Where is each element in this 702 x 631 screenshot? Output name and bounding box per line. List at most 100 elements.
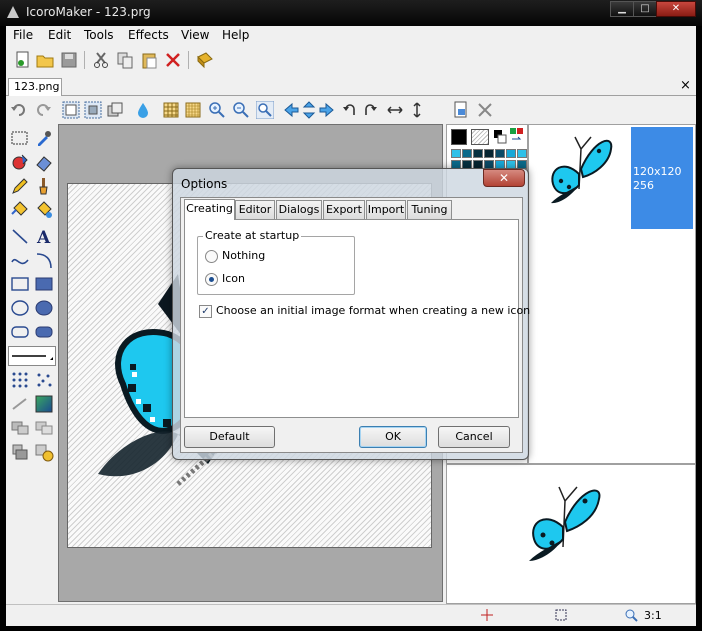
- dialog-close-button[interactable]: ✕: [483, 169, 525, 187]
- initial-format-checkbox[interactable]: ✓: [199, 305, 212, 318]
- zoom-actual-icon[interactable]: [256, 101, 274, 119]
- save-icon[interactable]: [60, 51, 78, 69]
- new-file-icon[interactable]: [14, 51, 32, 69]
- ok-button[interactable]: OK: [359, 426, 427, 448]
- move-right-icon[interactable]: [318, 101, 336, 119]
- undo-icon[interactable]: [10, 101, 28, 119]
- tab-dialogs[interactable]: Dialogs: [276, 200, 322, 219]
- delete-icon[interactable]: [164, 51, 182, 69]
- tab-creating[interactable]: Creating: [184, 199, 235, 220]
- open-folder-icon[interactable]: [36, 51, 54, 69]
- smudge-icon[interactable]: [10, 394, 30, 414]
- line-icon[interactable]: [10, 226, 30, 246]
- clone-icon[interactable]: [10, 418, 30, 438]
- filled-rounded-rect-icon[interactable]: [34, 322, 54, 342]
- move-left-icon[interactable]: [282, 101, 300, 119]
- eyedropper-icon[interactable]: [34, 128, 54, 148]
- menu-tools[interactable]: Tools: [84, 28, 114, 42]
- copy-icon[interactable]: [116, 51, 134, 69]
- curve-icon[interactable]: [10, 250, 30, 270]
- menu-file[interactable]: File: [13, 28, 33, 42]
- filled-ellipse-icon[interactable]: [34, 298, 54, 318]
- layers-icon[interactable]: [106, 101, 124, 119]
- crop-icon[interactable]: [84, 101, 102, 119]
- radio-icon-button[interactable]: [205, 273, 218, 286]
- cancel-button[interactable]: Cancel: [438, 426, 510, 448]
- pencil-icon[interactable]: [10, 176, 30, 196]
- butterfly-preview-large[interactable]: [539, 129, 619, 227]
- rotate-left-icon[interactable]: [340, 101, 358, 119]
- color-picker-icon[interactable]: [509, 127, 525, 145]
- brush-icon[interactable]: [34, 176, 54, 196]
- document-tab[interactable]: 123.png: [8, 78, 62, 96]
- rect-select-icon[interactable]: [10, 128, 30, 148]
- close-document-icon[interactable]: ×: [680, 78, 691, 93]
- filled-rectangle-icon[interactable]: [34, 274, 54, 294]
- primary-color-swatch[interactable]: [451, 129, 467, 145]
- select-all-icon[interactable]: [62, 101, 80, 119]
- new-image-icon[interactable]: [452, 101, 470, 119]
- tab-export[interactable]: Export: [323, 200, 365, 219]
- duplicate-icon[interactable]: [34, 418, 54, 438]
- menu-view[interactable]: View: [181, 28, 209, 42]
- flip-vertical-icon[interactable]: [408, 101, 426, 119]
- color-replace-icon[interactable]: [10, 152, 30, 172]
- eraser-icon[interactable]: [34, 152, 54, 172]
- palette-swatch[interactable]: [506, 149, 516, 158]
- menu-edit[interactable]: Edit: [48, 28, 71, 42]
- text-icon[interactable]: A: [34, 226, 54, 246]
- menu-effects[interactable]: Effects: [128, 28, 169, 42]
- transparent-color-swatch[interactable]: [471, 129, 489, 145]
- stamp-icon[interactable]: [10, 442, 30, 462]
- grid-icon[interactable]: [162, 101, 180, 119]
- close-button[interactable]: ✕: [656, 1, 696, 17]
- palette-swatch[interactable]: [462, 149, 472, 158]
- arc-icon[interactable]: [34, 250, 54, 270]
- maximize-button[interactable]: □: [633, 1, 657, 17]
- palette-swatch[interactable]: [451, 149, 461, 158]
- swap-colors-icon[interactable]: [493, 127, 507, 145]
- startup-group-label: Create at startup: [203, 229, 302, 242]
- default-button[interactable]: Default: [184, 426, 275, 448]
- selection-size-icon: [555, 609, 567, 621]
- zoom-out-icon[interactable]: [232, 101, 250, 119]
- format-size-label: 120x120: [633, 165, 682, 178]
- toolbar-separator: [84, 51, 85, 69]
- rotate-right-icon[interactable]: [362, 101, 380, 119]
- palette-swatch[interactable]: [473, 149, 483, 158]
- minimize-button[interactable]: ▁: [610, 1, 634, 17]
- palette-swatch[interactable]: [517, 149, 527, 158]
- format-item-selected[interactable]: 120x120 256: [631, 127, 693, 229]
- tab-import[interactable]: Import: [366, 200, 406, 219]
- gradient-icon[interactable]: [34, 394, 54, 414]
- book-icon[interactable]: [196, 51, 214, 69]
- move-updown-icon[interactable]: [300, 101, 318, 119]
- pixel-grid-icon[interactable]: [184, 101, 202, 119]
- dialog-body: Creating Editor Dialogs Export Import Tu…: [180, 197, 530, 453]
- line-width-selector[interactable]: [8, 346, 56, 366]
- tab-editor[interactable]: Editor: [235, 200, 275, 219]
- delete-image-icon[interactable]: [476, 101, 494, 119]
- palette-swatch[interactable]: [495, 149, 505, 158]
- lock-colors-icon[interactable]: [34, 442, 54, 462]
- redo-icon[interactable]: [34, 101, 52, 119]
- gradient-fill-icon[interactable]: [34, 200, 54, 220]
- flip-horizontal-icon[interactable]: [386, 101, 404, 119]
- menu-help[interactable]: Help: [222, 28, 249, 42]
- radio-nothing-button[interactable]: [205, 250, 218, 263]
- drop-icon[interactable]: [134, 101, 152, 119]
- tab-tuning[interactable]: Tuning: [407, 200, 452, 219]
- window-title: IcoroMaker - 123.prg: [26, 5, 151, 19]
- fill-icon[interactable]: [10, 200, 30, 220]
- dot-grid-icon[interactable]: [10, 370, 30, 390]
- cut-icon[interactable]: [92, 51, 110, 69]
- rounded-rect-icon[interactable]: [10, 322, 30, 342]
- document-tabbar: 123.png ×: [6, 76, 696, 96]
- paste-icon[interactable]: [140, 51, 158, 69]
- scatter-dots-icon[interactable]: [34, 370, 54, 390]
- palette-swatch[interactable]: [484, 149, 494, 158]
- ellipse-icon[interactable]: [10, 298, 30, 318]
- zoom-in-icon[interactable]: [208, 101, 226, 119]
- rectangle-icon[interactable]: [10, 274, 30, 294]
- tool-palette: A: [6, 124, 58, 604]
